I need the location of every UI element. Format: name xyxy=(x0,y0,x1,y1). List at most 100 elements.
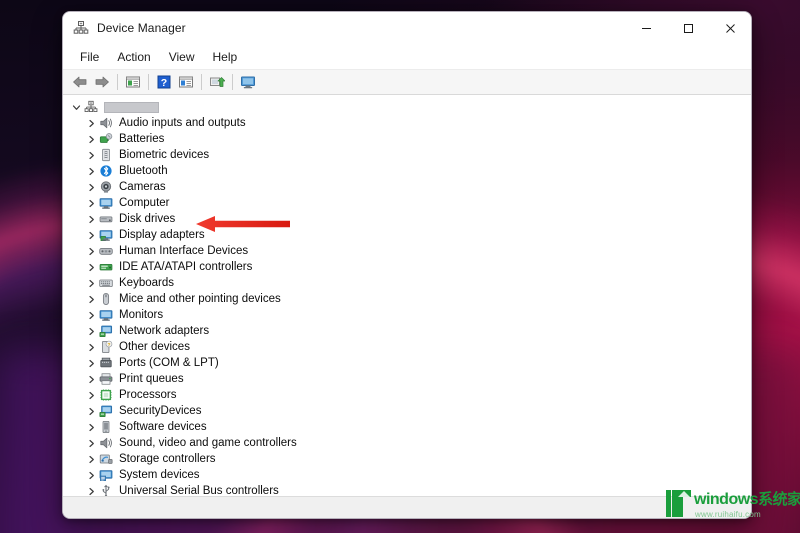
chevron-right-icon[interactable] xyxy=(84,164,98,178)
tree-item-software-devices[interactable]: Software devices xyxy=(63,419,751,435)
tree-item-label: Ports (COM & LPT) xyxy=(119,357,219,369)
tree-item-cameras[interactable]: Cameras xyxy=(63,179,751,195)
tree-item-bluetooth[interactable]: Bluetooth xyxy=(63,163,751,179)
menu-action[interactable]: Action xyxy=(108,48,159,66)
fingerprint-icon xyxy=(98,147,114,163)
tree-item-ports-com-lpt[interactable]: Ports (COM & LPT) xyxy=(63,355,751,371)
tree-item-label: Display adapters xyxy=(119,229,205,241)
processor-icon xyxy=(98,387,114,403)
keyboard-icon xyxy=(98,275,114,291)
tree-item-label: Human Interface Devices xyxy=(119,245,249,257)
tree-item-label: Disk drives xyxy=(119,213,176,225)
battery-icon xyxy=(98,131,114,147)
chevron-right-icon[interactable] xyxy=(84,292,98,306)
back-button[interactable] xyxy=(69,71,91,93)
scan-hardware-button[interactable] xyxy=(206,71,228,93)
menu-file[interactable]: File xyxy=(71,48,108,66)
tree-item-biometric-devices[interactable]: Biometric devices xyxy=(63,147,751,163)
tree-item-processors[interactable]: Processors xyxy=(63,387,751,403)
device-manager-window: Device Manager File Action View Help ? A… xyxy=(62,11,752,519)
tree-item-display-adapters[interactable]: Display adapters xyxy=(63,227,751,243)
window-title: Device Manager xyxy=(97,21,186,35)
tree-item-label: SecurityDevices xyxy=(119,405,202,417)
chevron-down-icon[interactable] xyxy=(69,100,83,114)
chevron-right-icon[interactable] xyxy=(84,372,98,386)
properties-icon xyxy=(126,76,140,88)
properties-button[interactable] xyxy=(122,71,144,93)
port-icon xyxy=(98,355,114,371)
tree-item-human-interface-devices[interactable]: Human Interface Devices xyxy=(63,243,751,259)
chevron-right-icon[interactable] xyxy=(84,388,98,402)
tree-item-batteries[interactable]: Batteries xyxy=(63,131,751,147)
device-tree[interactable]: Audio inputs and outputs Batteries Biometr… xyxy=(63,95,751,496)
chevron-right-icon[interactable] xyxy=(84,260,98,274)
redacted-computer-name xyxy=(104,101,159,113)
menu-help[interactable]: Help xyxy=(204,48,247,66)
usb-controller-icon xyxy=(98,483,114,496)
chevron-right-icon[interactable] xyxy=(84,452,98,466)
tree-item-keyboards[interactable]: Keyboards xyxy=(63,275,751,291)
tree-item-storage-controllers[interactable]: Storage controllers xyxy=(63,451,751,467)
tree-item-ide-ata-atapi-controllers[interactable]: IDE ATA/ATAPI controllers xyxy=(63,259,751,275)
toolbar-separator xyxy=(201,74,202,90)
tree-item-system-devices[interactable]: System devices xyxy=(63,467,751,483)
tree-item-print-queues[interactable]: Print queues xyxy=(63,371,751,387)
window-controls xyxy=(625,12,751,44)
show-hidden-devices-button[interactable] xyxy=(237,71,259,93)
tree-item-audio-inputs-and-outputs[interactable]: Audio inputs and outputs xyxy=(63,115,751,131)
menu-view[interactable]: View xyxy=(160,48,204,66)
chevron-right-icon[interactable] xyxy=(84,244,98,258)
close-icon xyxy=(725,23,735,33)
tree-item-network-adapters[interactable]: Network adapters xyxy=(63,323,751,339)
chevron-right-icon[interactable] xyxy=(84,484,98,496)
chevron-right-icon[interactable] xyxy=(84,420,98,434)
close-button[interactable] xyxy=(709,12,751,44)
chevron-right-icon[interactable] xyxy=(84,180,98,194)
chevron-right-icon[interactable] xyxy=(84,468,98,482)
chevron-right-icon[interactable] xyxy=(84,132,98,146)
ide-controller-icon xyxy=(98,259,114,275)
tree-item-other-devices[interactable]: ? Other devices xyxy=(63,339,751,355)
menu-bar: File Action View Help xyxy=(63,44,751,69)
toolbar-separator xyxy=(117,74,118,90)
chevron-right-icon[interactable] xyxy=(84,324,98,338)
help-button[interactable]: ? xyxy=(153,71,175,93)
display-adapter-icon xyxy=(98,227,114,243)
tree-item-monitors[interactable]: Monitors xyxy=(63,307,751,323)
maximize-button[interactable] xyxy=(667,12,709,44)
update-driver-button[interactable] xyxy=(175,71,197,93)
tree-item-mice-and-other-pointing-devices[interactable]: Mice and other pointing devices xyxy=(63,291,751,307)
status-bar xyxy=(63,496,751,518)
chevron-right-icon[interactable] xyxy=(84,356,98,370)
chevron-right-icon[interactable] xyxy=(84,228,98,242)
chevron-right-icon[interactable] xyxy=(84,340,98,354)
tree-item-computer[interactable]: Computer xyxy=(63,195,751,211)
tree-item-label: Universal Serial Bus controllers xyxy=(119,485,279,496)
forward-button[interactable] xyxy=(91,71,113,93)
tree-item-sound-video-and-game-controllers[interactable]: Sound, video and game controllers xyxy=(63,435,751,451)
tree-item-label: IDE ATA/ATAPI controllers xyxy=(119,261,253,273)
chevron-right-icon[interactable] xyxy=(84,404,98,418)
system-device-icon xyxy=(98,467,114,483)
chevron-right-icon[interactable] xyxy=(84,116,98,130)
title-bar[interactable]: Device Manager xyxy=(63,12,751,44)
chevron-right-icon[interactable] xyxy=(84,436,98,450)
chevron-right-icon[interactable] xyxy=(84,308,98,322)
tree-root-item[interactable] xyxy=(63,99,751,115)
svg-text:?: ? xyxy=(107,342,110,348)
forward-arrow-icon xyxy=(95,76,109,88)
chevron-right-icon[interactable] xyxy=(84,196,98,210)
tree-item-label: Bluetooth xyxy=(119,165,168,177)
tree-item-universal-serial-bus-controllers[interactable]: Universal Serial Bus controllers xyxy=(63,483,751,496)
tree-item-securitydevices[interactable]: SecurityDevices xyxy=(63,403,751,419)
tree-item-label: Print queues xyxy=(119,373,184,385)
chevron-right-icon[interactable] xyxy=(84,148,98,162)
toolbar-separator xyxy=(232,74,233,90)
minimize-button[interactable] xyxy=(625,12,667,44)
chevron-right-icon[interactable] xyxy=(84,212,98,226)
chevron-right-icon[interactable] xyxy=(84,276,98,290)
desktop-background: Device Manager File Action View Help ? A… xyxy=(0,0,800,533)
toolbar-separator xyxy=(148,74,149,90)
tree-item-disk-drives[interactable]: Disk drives xyxy=(63,211,751,227)
back-arrow-icon xyxy=(73,76,87,88)
